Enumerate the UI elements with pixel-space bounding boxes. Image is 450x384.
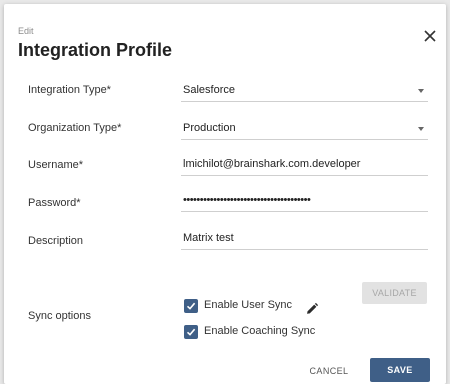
description-label: Description (28, 235, 84, 247)
enable-user-sync-checkbox[interactable] (184, 299, 198, 313)
chevron-down-icon (418, 127, 424, 131)
close-icon[interactable] (422, 28, 438, 44)
enable-coaching-sync-checkbox[interactable] (184, 325, 198, 339)
username-input[interactable]: lmichilot@brainshark.com.developer (181, 154, 428, 176)
integration-type-label: Integration Type* (28, 84, 111, 96)
cancel-button[interactable]: CANCEL (300, 360, 358, 382)
save-button[interactable]: SAVE (370, 358, 430, 382)
password-label: Password* (28, 197, 81, 209)
dialog-title: Integration Profile (18, 40, 173, 60)
sync-options-label: Sync options (28, 310, 91, 322)
validate-button[interactable]: VALIDATE (362, 282, 427, 304)
organization-type-label: Organization Type* (28, 122, 122, 134)
username-label: Username* (28, 159, 84, 171)
check-icon (186, 302, 196, 310)
organization-type-select[interactable]: Production (181, 118, 428, 140)
integration-type-select[interactable]: Salesforce (181, 80, 428, 102)
chevron-down-icon (418, 89, 424, 93)
integration-type-value: Salesforce (183, 84, 235, 96)
password-input[interactable]: •••••••••••••••••••••••••••••••••••••• (181, 190, 428, 212)
password-value: •••••••••••••••••••••••••••••••••••••• (183, 194, 311, 206)
description-value: Matrix test (183, 232, 234, 244)
username-value: lmichilot@brainshark.com.developer (183, 158, 361, 170)
integration-profile-dialog: Edit Integration Profile Integration Typ… (4, 4, 446, 384)
pencil-icon[interactable] (304, 301, 320, 317)
enable-user-sync-label: Enable User Sync (204, 299, 293, 311)
description-input[interactable]: Matrix test (181, 228, 428, 250)
enable-coaching-sync-label: Enable Coaching Sync (204, 325, 316, 337)
dialog-overline: Edit (18, 26, 34, 36)
check-icon (186, 328, 196, 336)
organization-type-value: Production (183, 122, 236, 134)
